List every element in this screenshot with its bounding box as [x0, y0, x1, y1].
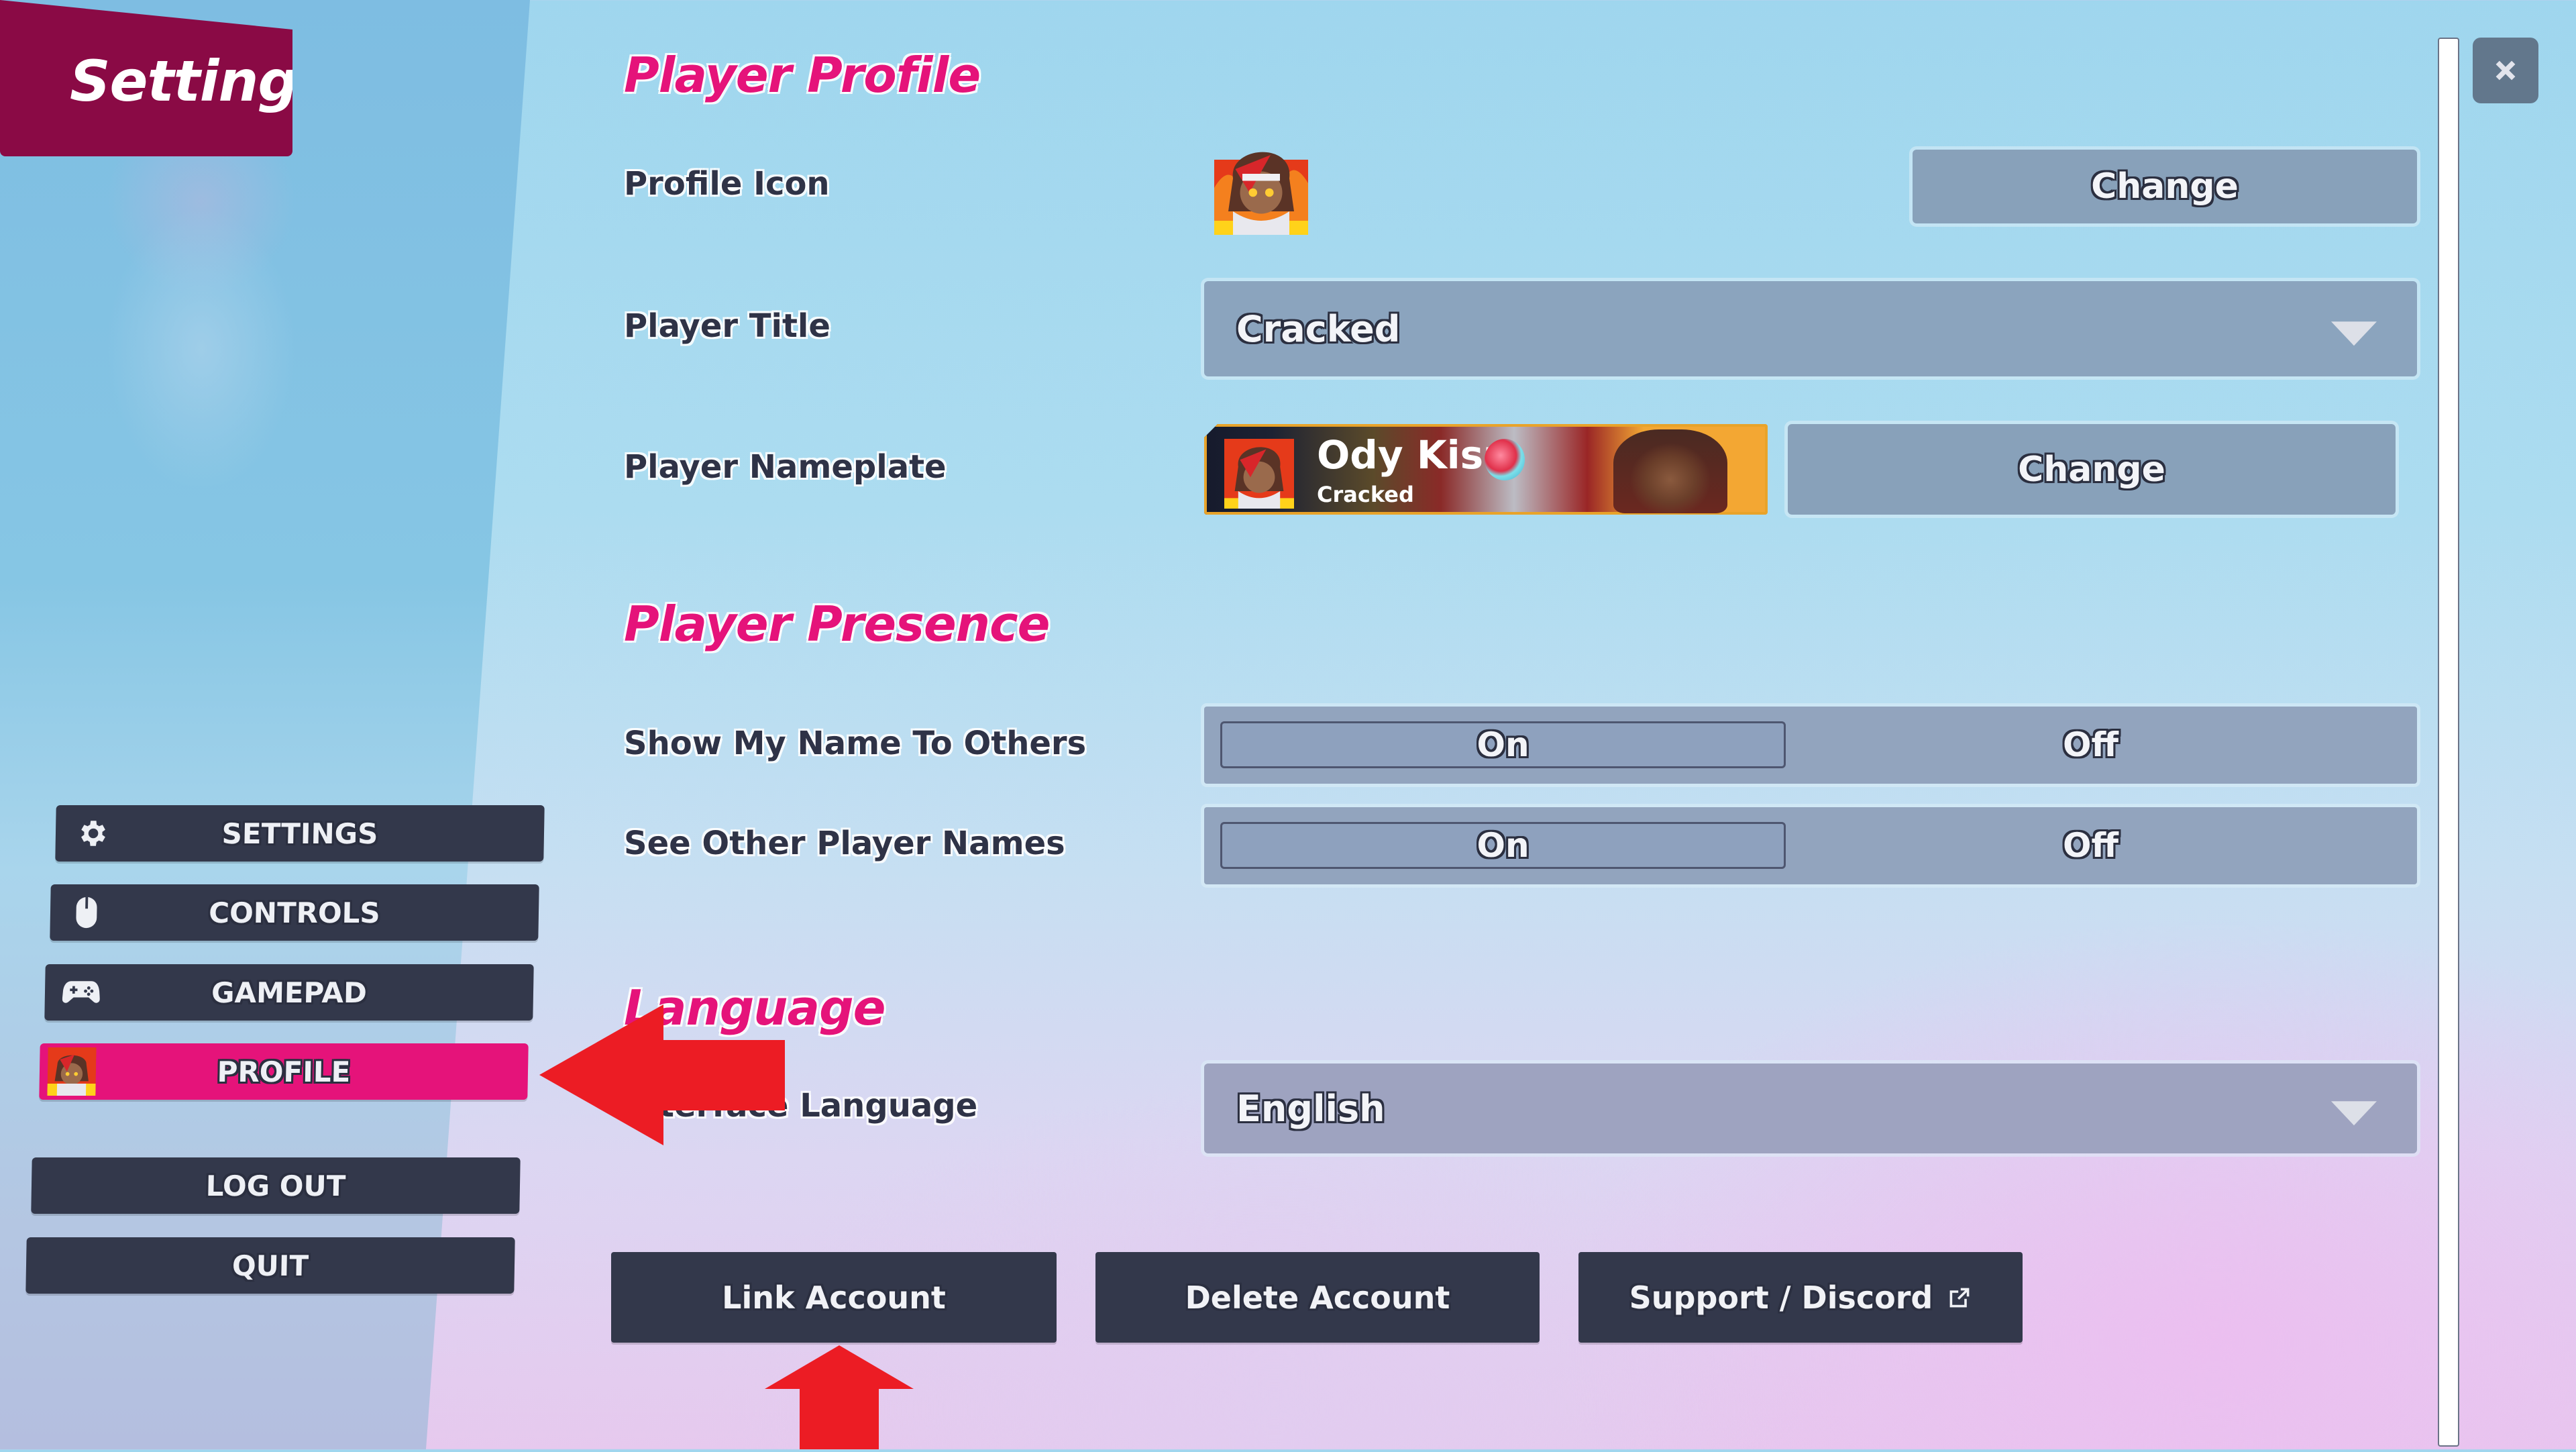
- show-my-name-off-option[interactable]: Off: [1808, 721, 2373, 768]
- sidebar-item-controls[interactable]: CONTROLS: [50, 884, 539, 941]
- gear-icon: [73, 815, 111, 852]
- sidebar-item-profile[interactable]: PROFILE: [39, 1043, 529, 1100]
- link-account-label: Link Account: [722, 1279, 946, 1316]
- player-profile-heading: Player Profile: [624, 47, 981, 103]
- see-other-names-label: See Other Player Names: [624, 825, 1065, 862]
- profile-avatar-icon: [47, 1047, 97, 1096]
- support-discord-button[interactable]: Support / Discord: [1578, 1252, 2023, 1343]
- settings-scrollbar[interactable]: [2438, 38, 2459, 1447]
- sidebar-item-label: PROFILE: [217, 1055, 351, 1088]
- nameplate-player-title: Cracked: [1317, 482, 1414, 507]
- annotation-arrow-up: [765, 1345, 914, 1449]
- sidebar-item-label: CONTROLS: [208, 896, 381, 929]
- interface-language-value: English: [1236, 1087, 1385, 1130]
- profile-icon-image: [1214, 141, 1308, 235]
- change-nameplate-button[interactable]: Change: [1788, 424, 2396, 515]
- show-my-name-label: Show My Name To Others: [624, 725, 1087, 762]
- support-discord-label: Support / Discord: [1629, 1279, 1933, 1316]
- sidebar-item-label: SETTINGS: [221, 817, 378, 850]
- change-profile-icon-button[interactable]: Change: [1913, 150, 2417, 223]
- annotation-arrow-left: [539, 1004, 785, 1145]
- chevron-down-icon: [2331, 1101, 2377, 1126]
- mouse-icon: [68, 894, 106, 931]
- nameplate-player-name: Ody Kisu: [1317, 432, 1511, 478]
- see-other-names-on-option[interactable]: On: [1220, 822, 1786, 869]
- see-other-names-toggle: On Off: [1204, 807, 2417, 884]
- page-title: Settings: [70, 48, 331, 114]
- profile-icon-label: Profile Icon: [624, 165, 830, 203]
- log-out-button[interactable]: LOG OUT: [31, 1157, 521, 1214]
- show-my-name-toggle: On Off: [1204, 707, 2417, 784]
- nameplate-character-portrait: [1613, 429, 1727, 513]
- show-my-name-on-option[interactable]: On: [1220, 721, 1786, 768]
- quit-button[interactable]: QUIT: [25, 1237, 515, 1294]
- log-out-label: LOG OUT: [205, 1169, 346, 1202]
- delete-account-button[interactable]: Delete Account: [1095, 1252, 1540, 1343]
- close-icon: [2489, 54, 2522, 87]
- player-title-value: Cracked: [1236, 307, 1401, 350]
- rank-gem-icon: [1485, 439, 1525, 480]
- sidebar-item-label: GAMEPAD: [211, 976, 368, 1009]
- player-title-label: Player Title: [624, 307, 830, 345]
- player-title-dropdown[interactable]: Cracked: [1204, 281, 2417, 376]
- link-account-button[interactable]: Link Account: [611, 1252, 1057, 1343]
- external-link-icon: [1947, 1286, 1972, 1310]
- player-nameplate-preview: Ody Kisu Cracked: [1204, 424, 1768, 515]
- delete-account-label: Delete Account: [1185, 1279, 1450, 1316]
- interface-language-dropdown[interactable]: English: [1204, 1064, 2417, 1153]
- player-presence-heading: Player Presence: [624, 596, 1051, 652]
- quit-label: QUIT: [231, 1249, 309, 1282]
- blurred-game-background: [0, 0, 530, 1449]
- chevron-down-icon: [2331, 321, 2377, 346]
- close-button[interactable]: [2473, 38, 2538, 103]
- sidebar-item-settings[interactable]: SETTINGS: [55, 805, 545, 862]
- see-other-names-off-option[interactable]: Off: [1808, 822, 2373, 869]
- gamepad-icon: [62, 974, 101, 1011]
- player-nameplate-label: Player Nameplate: [624, 448, 947, 486]
- nameplate-avatar: [1224, 439, 1294, 509]
- sidebar-item-gamepad[interactable]: GAMEPAD: [44, 964, 534, 1021]
